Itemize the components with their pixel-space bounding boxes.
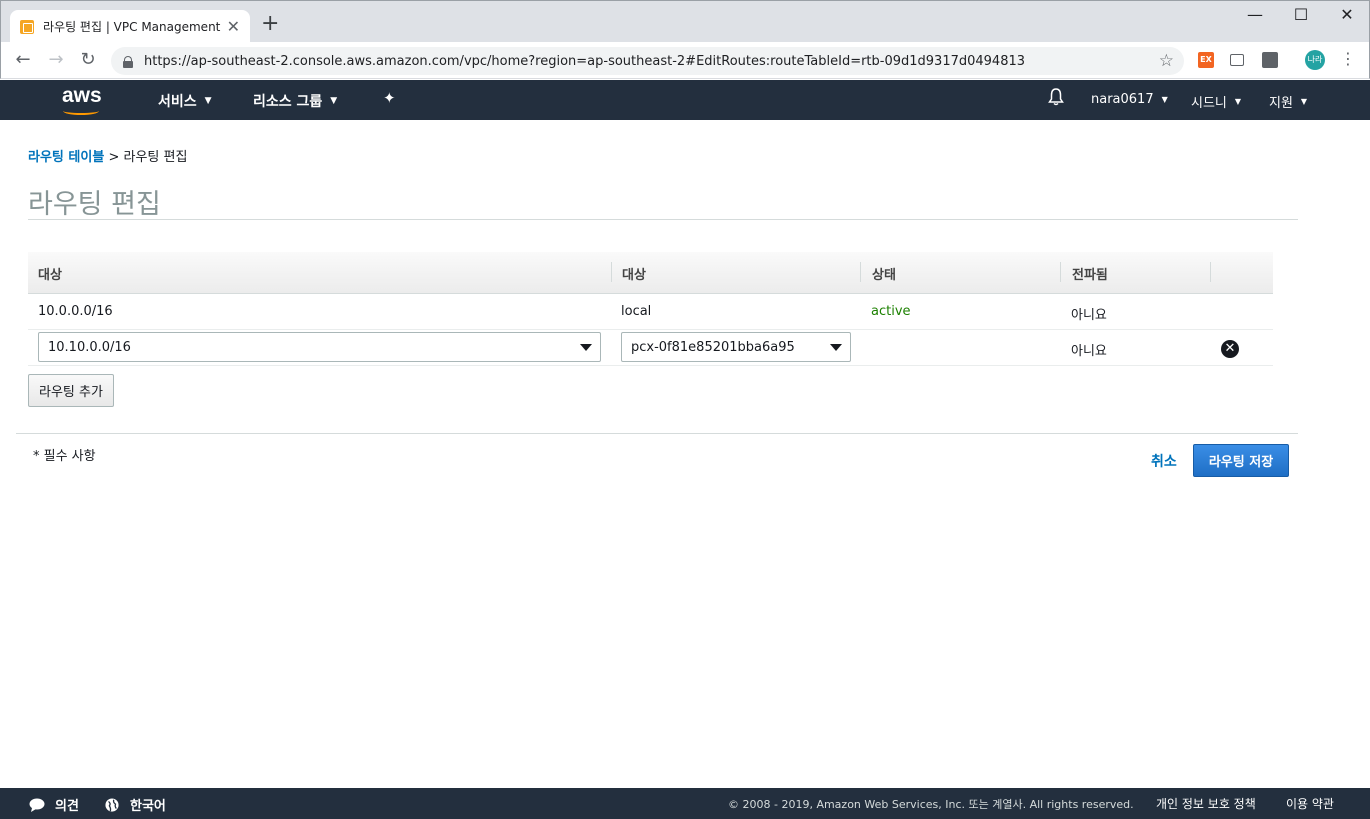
save-routes-button[interactable]: 라우팅 저장 — [1193, 444, 1289, 477]
extension-cast-icon[interactable] — [1230, 54, 1244, 66]
speech-bubble-icon — [29, 798, 45, 812]
maximize-icon[interactable]: ☐ — [1278, 5, 1324, 24]
destination-cell: 10.0.0.0/16 — [38, 304, 113, 319]
close-window-icon[interactable]: ✕ — [1324, 5, 1370, 24]
back-icon[interactable]: ← — [13, 50, 33, 70]
remove-route-icon[interactable]: ✕ — [1221, 340, 1239, 358]
feedback-link[interactable]: 의견 — [29, 795, 79, 814]
routes-table: 대상 대상 상태 전파됨 10.0.0.0/16 local active 아니… — [28, 252, 1273, 366]
aws-favicon-icon — [20, 19, 34, 34]
status-cell: active — [871, 304, 911, 319]
close-tab-icon[interactable]: ✕ — [227, 17, 240, 36]
support-menu[interactable]: 지원 ▼ — [1269, 92, 1307, 111]
column-divider — [1060, 262, 1061, 282]
caret-down-icon — [580, 344, 592, 351]
browser-tab-bar: 라우팅 편집 | VPC Management ✕ + — ☐ ✕ — [0, 0, 1370, 43]
breadcrumb-separator: > — [108, 150, 120, 165]
destination-select[interactable]: 10.10.0.0/16 — [38, 332, 601, 362]
column-header-destination: 대상 — [38, 268, 62, 283]
destination-select-value: 10.10.0.0/16 — [48, 339, 131, 355]
aws-console-header: aws 서비스 ▼ 리소스 그룹 ▼ ✦ nara0617 ▼ 시드니 ▼ 지원… — [0, 80, 1370, 120]
browser-menu-icon[interactable]: ⋮ — [1340, 49, 1356, 68]
cancel-button[interactable]: 취소 — [1151, 451, 1177, 471]
minimize-icon[interactable]: — — [1232, 5, 1278, 24]
table-row: 10.0.0.0/16 local active 아니요 — [28, 294, 1273, 330]
column-header-status: 상태 — [872, 268, 896, 283]
aws-logo[interactable]: aws — [62, 84, 102, 108]
column-header-propagated: 전파됨 — [1072, 268, 1108, 283]
table-header: 대상 대상 상태 전파됨 — [28, 252, 1273, 294]
column-divider — [611, 262, 612, 282]
reload-icon[interactable]: ↻ — [78, 50, 98, 70]
pin-icon[interactable]: ✦ — [383, 89, 396, 107]
aws-logo-smile-icon — [63, 107, 99, 115]
feedback-label: 의견 — [55, 799, 79, 814]
column-divider — [1210, 262, 1211, 282]
notifications-bell-icon[interactable] — [1048, 88, 1064, 106]
language-selector[interactable]: 한국어 — [104, 795, 166, 814]
column-divider — [860, 262, 861, 282]
propagated-cell: 아니요 — [1071, 308, 1107, 323]
new-tab-icon[interactable]: + — [261, 13, 279, 35]
address-bar[interactable]: https://ap-southeast-2.console.aws.amazo… — [111, 47, 1184, 75]
title-divider — [28, 219, 1298, 220]
propagated-cell: 아니요 — [1071, 344, 1107, 359]
terms-of-use-link[interactable]: 이용 약관 — [1286, 795, 1334, 812]
aws-console-footer: 의견 한국어 © 2008 - 2019, Amazon Web Service… — [0, 788, 1370, 819]
extension-ex-icon[interactable]: EX — [1198, 52, 1214, 68]
resource-groups-label: 리소스 그룹 — [253, 94, 323, 110]
add-route-button[interactable]: 라우팅 추가 — [28, 374, 114, 407]
breadcrumb-current: 라우팅 편집 — [123, 150, 188, 165]
privacy-policy-link[interactable]: 개인 정보 보호 정책 — [1156, 795, 1256, 812]
account-username: nara0617 — [1091, 92, 1154, 107]
tab-title: 라우팅 편집 | VPC Management — [43, 20, 221, 34]
services-label: 서비스 — [158, 94, 197, 110]
form-footer-divider — [16, 433, 1298, 434]
page-title: 라우팅 편집 — [28, 189, 161, 220]
lock-icon — [123, 55, 133, 68]
region-menu[interactable]: 시드니 ▼ — [1191, 92, 1241, 111]
breadcrumb: 라우팅 테이블 > 라우팅 편집 — [28, 146, 187, 165]
profile-avatar[interactable]: 나라 — [1305, 50, 1325, 70]
chevron-down-icon: ▼ — [330, 96, 338, 106]
globe-icon — [105, 797, 119, 812]
region-label: 시드니 — [1191, 96, 1227, 111]
bookmark-star-icon[interactable]: ☆ — [1159, 51, 1174, 71]
resource-groups-menu[interactable]: 리소스 그룹 ▼ — [253, 91, 337, 111]
services-menu[interactable]: 서비스 ▼ — [158, 91, 212, 111]
required-note: * 필수 사항 — [33, 449, 96, 464]
browser-toolbar: ← → ↻ https://ap-southeast-2.console.aws… — [0, 42, 1370, 79]
copyright-text: © 2008 - 2019, Amazon Web Services, Inc.… — [728, 798, 1134, 811]
extension-reader-icon[interactable] — [1262, 52, 1278, 68]
caret-down-icon — [830, 344, 842, 351]
forward-icon[interactable]: → — [46, 50, 66, 70]
url-text: https://ap-southeast-2.console.aws.amazo… — [144, 53, 1026, 69]
target-select-value: pcx-0f81e85201bba6a95 — [631, 339, 795, 355]
chevron-down-icon: ▼ — [1300, 97, 1308, 106]
support-label: 지원 — [1269, 96, 1293, 111]
chevron-down-icon: ▼ — [1161, 95, 1168, 104]
language-label: 한국어 — [130, 799, 166, 814]
target-select[interactable]: pcx-0f81e85201bba6a95 — [621, 332, 851, 362]
account-menu[interactable]: nara0617 ▼ — [1091, 92, 1168, 107]
column-header-target: 대상 — [622, 268, 646, 283]
browser-tab[interactable]: 라우팅 편집 | VPC Management ✕ — [10, 10, 250, 43]
table-row: 10.10.0.0/16 pcx-0f81e85201bba6a95 아니요 ✕ — [28, 330, 1273, 366]
breadcrumb-route-tables-link[interactable]: 라우팅 테이블 — [28, 150, 104, 165]
chevron-down-icon: ▼ — [1234, 97, 1242, 106]
chevron-down-icon: ▼ — [204, 96, 212, 106]
target-cell: local — [621, 304, 652, 319]
